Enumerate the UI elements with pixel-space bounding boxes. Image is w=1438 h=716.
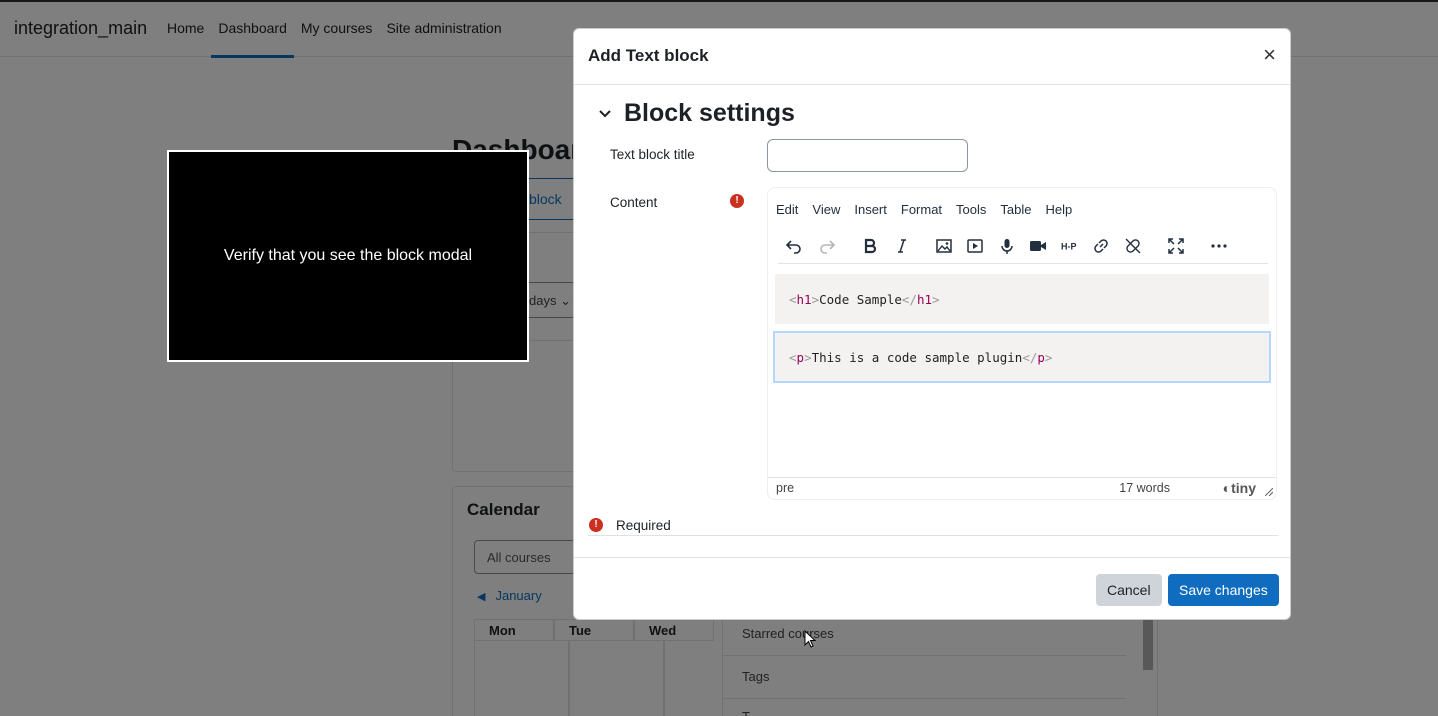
record-video-icon[interactable] <box>1026 234 1050 258</box>
code-sample-block-selected[interactable]: <p>This is a code sample plugin</p> <box>773 331 1271 383</box>
required-icon: ! <box>589 518 603 532</box>
code-tag: h1 <box>916 292 933 307</box>
code-bracket: > <box>811 292 820 307</box>
h5p-icon[interactable]: H-P <box>1058 234 1082 258</box>
tiny-logo-mark: ◐ <box>1222 480 1232 496</box>
menu-format[interactable]: Format <box>901 202 942 217</box>
code-bracket: </ <box>1022 350 1038 365</box>
chevron-down-icon[interactable] <box>598 107 612 121</box>
tiny-logo[interactable]: ◐tiny <box>1223 480 1256 496</box>
code-tag: h1 <box>796 292 812 307</box>
code-text: Code Sample <box>819 292 902 307</box>
required-legend: Required <box>616 518 671 533</box>
editor-toolbar: H-P <box>778 230 1268 264</box>
menu-help[interactable]: Help <box>1045 202 1072 217</box>
modal-header: Add Text block × <box>574 29 1290 85</box>
more-icon[interactable] <box>1207 234 1231 258</box>
menu-edit[interactable]: Edit <box>776 202 798 217</box>
required-icon: ! <box>730 194 744 208</box>
modal-title: Add Text block <box>588 46 709 65</box>
save-changes-button[interactable]: Save changes <box>1168 574 1279 606</box>
word-count[interactable]: 17 words <box>1119 481 1170 495</box>
divider <box>588 535 1278 536</box>
code-text: This is a code sample plugin <box>811 350 1023 365</box>
code-bracket: > <box>932 292 940 307</box>
record-audio-icon[interactable] <box>995 234 1019 258</box>
close-icon[interactable]: × <box>1263 43 1276 67</box>
media-icon[interactable] <box>963 234 987 258</box>
code-tag: p <box>796 350 805 365</box>
svg-text:H-P: H-P <box>1061 241 1077 251</box>
image-icon[interactable] <box>932 234 956 258</box>
video-overlay-text: Verify that you see the block modal <box>223 247 473 264</box>
text-block-title-label: Text block title <box>610 147 695 162</box>
link-icon[interactable] <box>1089 234 1113 258</box>
mouse-cursor-icon <box>804 630 816 648</box>
menu-insert[interactable]: Insert <box>854 202 887 217</box>
menu-tools[interactable]: Tools <box>956 202 986 217</box>
undo-icon[interactable] <box>782 234 806 258</box>
element-path[interactable]: pre <box>776 481 794 495</box>
fullscreen-icon[interactable] <box>1164 234 1188 258</box>
cancel-button[interactable]: Cancel <box>1096 574 1162 606</box>
unlink-icon[interactable] <box>1121 234 1145 258</box>
content-label: Content <box>610 195 658 210</box>
code-tag: p <box>1037 350 1045 365</box>
bold-icon[interactable] <box>858 234 882 258</box>
code-bracket: < <box>789 350 797 365</box>
modal-footer: Cancel Save changes <box>574 557 1290 619</box>
text-block-title-input[interactable] <box>767 139 968 172</box>
editor-menubar: Edit View Insert Format Tools Table Help <box>776 202 1086 217</box>
italic-icon[interactable] <box>890 234 914 258</box>
code-bracket: < <box>789 292 797 307</box>
rich-text-editor: Edit View Insert Format Tools Table Help <box>767 187 1277 500</box>
code-bracket: > <box>804 350 812 365</box>
redo-icon[interactable] <box>815 234 839 258</box>
add-text-block-modal: Add Text block × Block settings Text blo… <box>573 28 1291 620</box>
resize-handle-icon[interactable] <box>1265 488 1273 496</box>
video-overlay: Verify that you see the block modal <box>167 150 529 362</box>
editor-statusbar: pre 17 words ◐tiny <box>768 477 1276 499</box>
menu-table[interactable]: Table <box>1000 202 1031 217</box>
code-sample-block[interactable]: <h1>Code Sample</h1> <box>775 274 1269 324</box>
section-title[interactable]: Block settings <box>624 99 795 128</box>
code-bracket: </ <box>901 292 917 307</box>
menu-view[interactable]: View <box>812 202 840 217</box>
code-bracket: > <box>1044 350 1053 365</box>
tiny-logo-text: tiny <box>1231 480 1256 496</box>
